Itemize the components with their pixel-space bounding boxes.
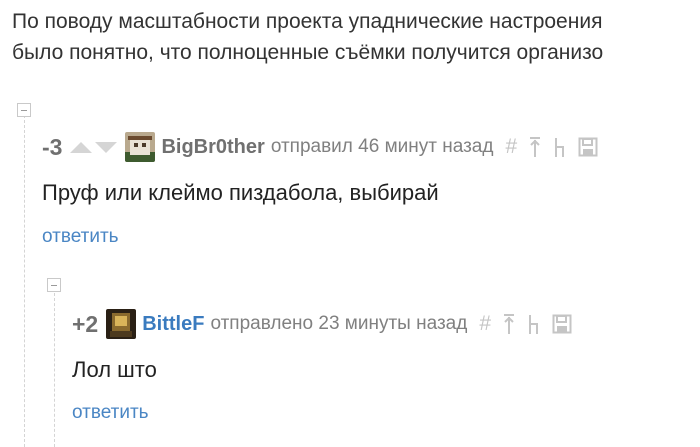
hash-link-icon[interactable]: # <box>505 135 517 159</box>
parent-comment-icon[interactable] <box>553 136 567 158</box>
comment-rating: +2 <box>72 310 99 337</box>
thread-line <box>24 110 25 447</box>
avatar-image <box>106 309 137 339</box>
avatar-image <box>125 132 156 162</box>
comment-username[interactable]: BigBr0ther <box>161 136 264 159</box>
reply-link[interactable]: ответить <box>72 402 149 424</box>
comment-header: -3 BigBr0ther отправил 46 минут назад # <box>42 132 609 162</box>
hash-link-icon[interactable]: # <box>479 312 491 336</box>
comment-timestamp[interactable]: отправлено 23 минуты назад <box>210 313 467 335</box>
thread-line <box>54 293 55 447</box>
save-icon[interactable] <box>578 137 598 157</box>
go-up-icon[interactable] <box>502 313 516 335</box>
parent-comment-icon[interactable] <box>527 313 541 335</box>
comment-username[interactable]: BittleF <box>142 313 204 336</box>
avatar[interactable] <box>106 309 137 339</box>
upvote-icon[interactable] <box>70 141 93 153</box>
post-text-line: было понятно, что полноценные съёмки пол… <box>12 41 604 64</box>
save-icon[interactable] <box>552 314 572 334</box>
collapse-toggle[interactable] <box>47 278 61 292</box>
avatar[interactable] <box>125 132 156 162</box>
reply-link[interactable]: ответить <box>42 226 119 248</box>
collapse-toggle[interactable] <box>17 103 31 117</box>
comment-body: Лол што <box>72 357 157 382</box>
comment-header: +2 BittleF отправлено 23 минуты назад # <box>72 309 583 339</box>
comment-timestamp[interactable]: отправил 46 минут назад <box>271 136 494 158</box>
post-text-line: По поводу масштабности проекта упадничес… <box>12 10 603 33</box>
comment-body: Пруф или клеймо пиздабола, выбирай <box>42 180 439 205</box>
comment-rating: -3 <box>42 133 63 160</box>
post-text: По поводу масштабности проекта упадничес… <box>12 6 700 68</box>
go-up-icon[interactable] <box>528 136 542 158</box>
downvote-icon[interactable] <box>95 141 118 153</box>
